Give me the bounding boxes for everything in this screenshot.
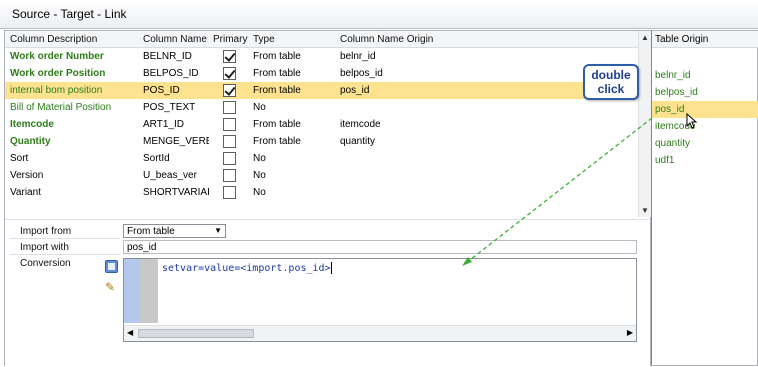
scroll-up-icon[interactable]: ▲	[641, 33, 649, 42]
cell-column-description[interactable]: Bill of Material Position	[10, 102, 138, 113]
cell-column-description[interactable]: Version	[10, 170, 138, 181]
cell-column-name[interactable]: BELNR_ID	[143, 51, 209, 62]
cell-column-description[interactable]: Work order Position	[10, 68, 138, 79]
table-origin-item[interactable]: pos_id	[652, 101, 758, 118]
scroll-thumb[interactable]	[138, 329, 254, 338]
wand-icon[interactable]: ✎	[105, 280, 119, 294]
cell-type[interactable]: From table	[253, 85, 333, 96]
table-origin-header: Table Origin	[652, 31, 758, 48]
text-caret	[330, 262, 332, 274]
primary-checkbox[interactable]	[223, 101, 236, 114]
main-panel: Column Description Column Name Primary T…	[4, 30, 651, 367]
columns-grid: Column Description Column Name Primary T…	[5, 31, 638, 217]
cell-column-name[interactable]: ART1_ID	[143, 119, 209, 130]
cell-column-description[interactable]: Work order Number	[10, 51, 138, 62]
callout-line-1: double	[591, 68, 631, 82]
callout-line-2: click	[597, 82, 625, 96]
scroll-left-icon[interactable]: ◀	[127, 328, 133, 337]
double-click-callout: double click	[583, 64, 639, 100]
editor-horizontal-scrollbar[interactable]: ◀ ▶	[124, 325, 636, 341]
conversion-code[interactable]: setvar=value=<import.pos_id>	[162, 262, 332, 274]
grid-header: Column Description Column Name Primary T…	[5, 31, 638, 48]
cell-type[interactable]: No	[253, 187, 333, 198]
cell-column-name-origin[interactable]: belnr_id	[340, 51, 490, 62]
cell-column-name-origin[interactable]: pos_id	[340, 85, 490, 96]
dropdown-arrow-icon[interactable]: ▼	[214, 226, 222, 235]
header-column-name[interactable]: Column Name	[143, 34, 207, 45]
cell-column-description[interactable]: Variant	[10, 187, 138, 198]
grid-vertical-scrollbar[interactable]: ▲ ▼	[638, 31, 651, 217]
primary-checkbox[interactable]	[223, 118, 236, 131]
header-column-description[interactable]: Column Description	[10, 34, 97, 45]
table-row[interactable]: Itemcode ART1_ID From table itemcode	[5, 116, 638, 133]
cell-column-name[interactable]: POS_ID	[143, 85, 209, 96]
cell-type[interactable]: From table	[253, 136, 333, 147]
table-row[interactable]: Work order Number BELNR_ID From table belnr…	[5, 48, 638, 65]
cell-column-description[interactable]: internal bom position	[10, 85, 138, 96]
import-from-select[interactable]: From table ▼	[123, 224, 226, 238]
conversion-form: Import from From table ▼ Import with pos…	[5, 219, 650, 367]
table-row[interactable]: Version U_beas_ver No	[5, 167, 638, 184]
table-origin-panel: Table Origin belnr_id belpos_id pos_id item…	[651, 30, 758, 366]
import-from-value: From table	[127, 226, 175, 237]
cell-type[interactable]: From table	[253, 51, 333, 62]
primary-checkbox[interactable]	[223, 67, 236, 80]
title-bar: Source - Target - Link	[0, 0, 758, 29]
primary-checkbox[interactable]	[223, 135, 236, 148]
table-row[interactable]: Variant SHORTVARIAI No	[5, 184, 638, 201]
cell-column-name-origin[interactable]: quantity	[340, 136, 490, 147]
cell-column-name[interactable]: SortId	[143, 153, 209, 164]
table-row[interactable]: internal bom position POS_ID From table pos…	[5, 82, 638, 99]
header-column-name-origin[interactable]: Column Name Origin	[340, 34, 433, 45]
cell-column-name[interactable]: SHORTVARIAI	[143, 187, 209, 198]
window-title: Source - Target - Link	[12, 7, 127, 21]
import-from-label: Import from	[10, 224, 120, 239]
table-row[interactable]: Work order Position BELPOS_ID From table be…	[5, 65, 638, 82]
editor-gutter	[124, 259, 140, 323]
primary-checkbox[interactable]	[223, 169, 236, 182]
cell-column-name[interactable]: MENGE_VERBI	[143, 136, 209, 147]
conversion-code-text: setvar=value=<import.pos_id>	[162, 263, 331, 274]
scroll-down-icon[interactable]: ▼	[641, 206, 649, 215]
scroll-right-icon[interactable]: ▶	[627, 328, 633, 337]
cell-column-name[interactable]: POS_TEXT	[143, 102, 209, 113]
table-origin-item[interactable]: udf1	[652, 152, 758, 169]
cell-type[interactable]: From table	[253, 68, 333, 79]
conversion-label: Conversion	[20, 258, 71, 269]
cell-column-name-origin[interactable]: belpos_id	[340, 68, 490, 79]
table-row[interactable]: Bill of Material Position POS_TEXT No	[5, 99, 638, 116]
cell-column-name-origin[interactable]: itemcode	[340, 119, 490, 130]
primary-checkbox[interactable]	[223, 152, 236, 165]
mouse-cursor-icon	[686, 113, 698, 129]
cell-type[interactable]: No	[253, 153, 333, 164]
table-origin-item[interactable]: belpos_id	[652, 84, 758, 101]
import-with-input[interactable]: pos_id	[123, 240, 637, 254]
conversion-editor[interactable]: setvar=value=<import.pos_id> ◀ ▶	[123, 258, 637, 342]
header-primary[interactable]: Primary	[213, 34, 247, 45]
form-icon[interactable]	[105, 260, 118, 273]
table-origin-item[interactable]: belnr_id	[652, 67, 758, 84]
header-type[interactable]: Type	[253, 34, 275, 45]
cell-column-name[interactable]: U_beas_ver	[143, 170, 209, 181]
editor-margin	[140, 259, 158, 323]
primary-checkbox[interactable]	[223, 186, 236, 199]
primary-checkbox[interactable]	[223, 50, 236, 63]
table-row[interactable]: Quantity MENGE_VERBI From table quantity	[5, 133, 638, 150]
cell-column-name[interactable]: BELPOS_ID	[143, 68, 209, 79]
cell-type[interactable]: No	[253, 102, 333, 113]
primary-checkbox[interactable]	[223, 84, 236, 97]
table-origin-item[interactable]: itemcode	[652, 118, 758, 135]
table-origin-item[interactable]: quantity	[652, 135, 758, 152]
table-row[interactable]: Sort SortId No	[5, 150, 638, 167]
cell-column-description[interactable]: Quantity	[10, 136, 138, 147]
import-with-label: Import with	[10, 240, 120, 255]
cell-type[interactable]: From table	[253, 119, 333, 130]
cell-column-description[interactable]: Itemcode	[10, 119, 138, 130]
cell-type[interactable]: No	[253, 170, 333, 181]
cell-column-description[interactable]: Sort	[10, 153, 138, 164]
